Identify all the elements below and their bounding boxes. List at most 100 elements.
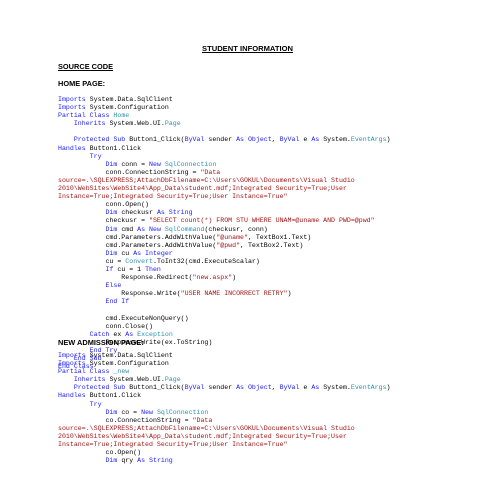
code-token: Imports xyxy=(58,104,86,112)
code-token: As Object xyxy=(236,136,272,144)
code-token: Else xyxy=(105,282,122,290)
code-line: Response.Redirect("new.aspx") xyxy=(58,274,488,282)
code-token: cu xyxy=(117,249,134,257)
code-token: .ToInt32(cmd.ExecuteScalar) xyxy=(152,257,260,265)
code-token: 2010\WebSites\WebSite4\App_Data\student.… xyxy=(58,432,347,440)
code-token: ex xyxy=(109,330,126,338)
code-token: source=.\SQLEXPRESS;AttachDbFilename=C:\… xyxy=(58,176,355,184)
code-token: Try xyxy=(89,152,102,160)
code-token: ) xyxy=(386,136,391,144)
code-token: Response.Redirect( xyxy=(58,274,193,282)
code-token: (checkusr, conn) xyxy=(204,225,268,233)
code-line: Handles Button1.Click xyxy=(58,392,488,400)
code-token: As Integer xyxy=(133,249,173,257)
code-token: System.Configuration xyxy=(85,360,169,368)
code-line: Response.Write("USER NAME INCORRECT RETR… xyxy=(58,290,488,298)
code-token: End If xyxy=(105,298,130,306)
code-token: , xyxy=(271,136,280,144)
code-token: SqlConnection xyxy=(156,408,209,416)
code-line: source=.\SQLEXPRESS;AttachDbFilename=C:\… xyxy=(58,425,488,433)
code-line: 2010\WebSites\WebSite4\App_Data\student.… xyxy=(58,185,488,193)
code-token: Then xyxy=(145,265,161,273)
code-line: cu = Convert.ToInt32(cmd.ExecuteScalar) xyxy=(58,258,488,266)
code-line: Handles Button1.Click xyxy=(58,145,488,153)
code-token: System.Data.SqlClient xyxy=(85,352,173,359)
code-token: ByVal xyxy=(279,384,300,392)
code-token: ByVal xyxy=(184,384,205,392)
code-token: "@pwd" xyxy=(216,241,241,249)
code-token: Handles xyxy=(58,144,86,152)
code-token: System.Data.SqlClient xyxy=(85,96,173,103)
code-line: source=.\SQLEXPRESS;AttachDbFilename=C:\… xyxy=(58,177,488,185)
code-line: Inherits System.Web.UI.Page xyxy=(58,376,488,384)
code-token: As String xyxy=(156,209,193,217)
code-line: If cu = 1 Then xyxy=(58,266,488,274)
code-line: cmd.Parameters.AddWithValue("@pwd", Text… xyxy=(58,242,488,250)
code-token: Convert xyxy=(125,257,153,265)
code-token: As String xyxy=(137,457,173,465)
new-admission-code-block: Imports System.Data.SqlClient Imports Sys… xyxy=(58,352,488,465)
code-token: e xyxy=(299,384,312,392)
code-token: "new.aspx" xyxy=(192,274,233,282)
code-token: co.Open() xyxy=(58,449,142,457)
code-token: Protected Sub xyxy=(73,136,126,144)
source-code-heading: SOURCE CODE xyxy=(58,62,114,71)
code-token: Partial Class xyxy=(58,112,110,120)
code-line: End If xyxy=(58,298,488,306)
code-token: conn = xyxy=(117,160,150,168)
code-token: Exception xyxy=(137,330,173,338)
code-line: conn.ConnectionString = "Data xyxy=(58,169,488,177)
code-line: Try xyxy=(58,153,488,161)
code-token: _new xyxy=(113,368,130,376)
code-token: Dim xyxy=(105,249,118,257)
code-token: System.Web.UI. xyxy=(105,376,165,384)
code-token: conn.Close() xyxy=(58,322,153,330)
code-token: qry xyxy=(117,457,138,465)
code-token: , TextBox2.Text) xyxy=(240,241,304,249)
code-line: checkusr = "SELECT count(*) FROM STU WHE… xyxy=(58,217,488,225)
code-token: cmd xyxy=(117,225,138,233)
code-line: Protected Sub Button1_Click(ByVal sender… xyxy=(58,384,488,392)
code-line: Dim qry As String xyxy=(58,457,488,465)
code-line: Instance=True;Integrated Security=True;U… xyxy=(58,193,488,201)
code-token: source=.\SQLEXPRESS;AttachDbFilename=C:\… xyxy=(58,424,355,432)
code-line: Instance=True;Integrated Security=True;U… xyxy=(58,441,488,449)
code-token: Inherits xyxy=(73,376,106,384)
code-line: cmd.Parameters.AddWithValue("@uname", Te… xyxy=(58,234,488,242)
code-token: Button1.Click xyxy=(85,144,142,152)
code-token: , TextBox1.Text) xyxy=(247,233,312,241)
code-line: Inherits System.Web.UI.Page xyxy=(58,120,488,128)
code-token: cmd.ExecuteNonQuery() xyxy=(58,314,189,322)
code-token: sender xyxy=(204,384,237,392)
code-token: Protected Sub xyxy=(73,384,126,392)
code-token: System.Configuration xyxy=(85,104,169,112)
code-line: Dim co = New SqlConnection xyxy=(58,409,488,417)
code-token: Catch xyxy=(89,330,110,338)
code-line: Dim conn = New SqlConnection xyxy=(58,161,488,169)
code-token: New xyxy=(141,408,153,416)
code-token: Dim xyxy=(105,457,118,465)
code-token: Imports xyxy=(58,352,86,359)
code-token: Button1_Click( xyxy=(125,136,185,144)
code-line: conn.Close() xyxy=(58,323,488,331)
code-line: cmd.ExecuteNonQuery() xyxy=(58,315,488,323)
code-line: Partial Class Home xyxy=(58,112,488,120)
code-token: Dim xyxy=(105,209,118,217)
code-line: co.Open() xyxy=(58,449,488,457)
code-token: Imports xyxy=(58,360,86,368)
code-token: sender xyxy=(204,136,237,144)
code-line: Partial Class _new xyxy=(58,368,488,376)
document-page: STUDENT INFORMATION SOURCE CODE HOME PAG… xyxy=(0,0,495,495)
code-token: Instance=True;Integrated Security=True;U… xyxy=(58,193,288,201)
code-line: Imports System.Configuration xyxy=(58,104,488,112)
